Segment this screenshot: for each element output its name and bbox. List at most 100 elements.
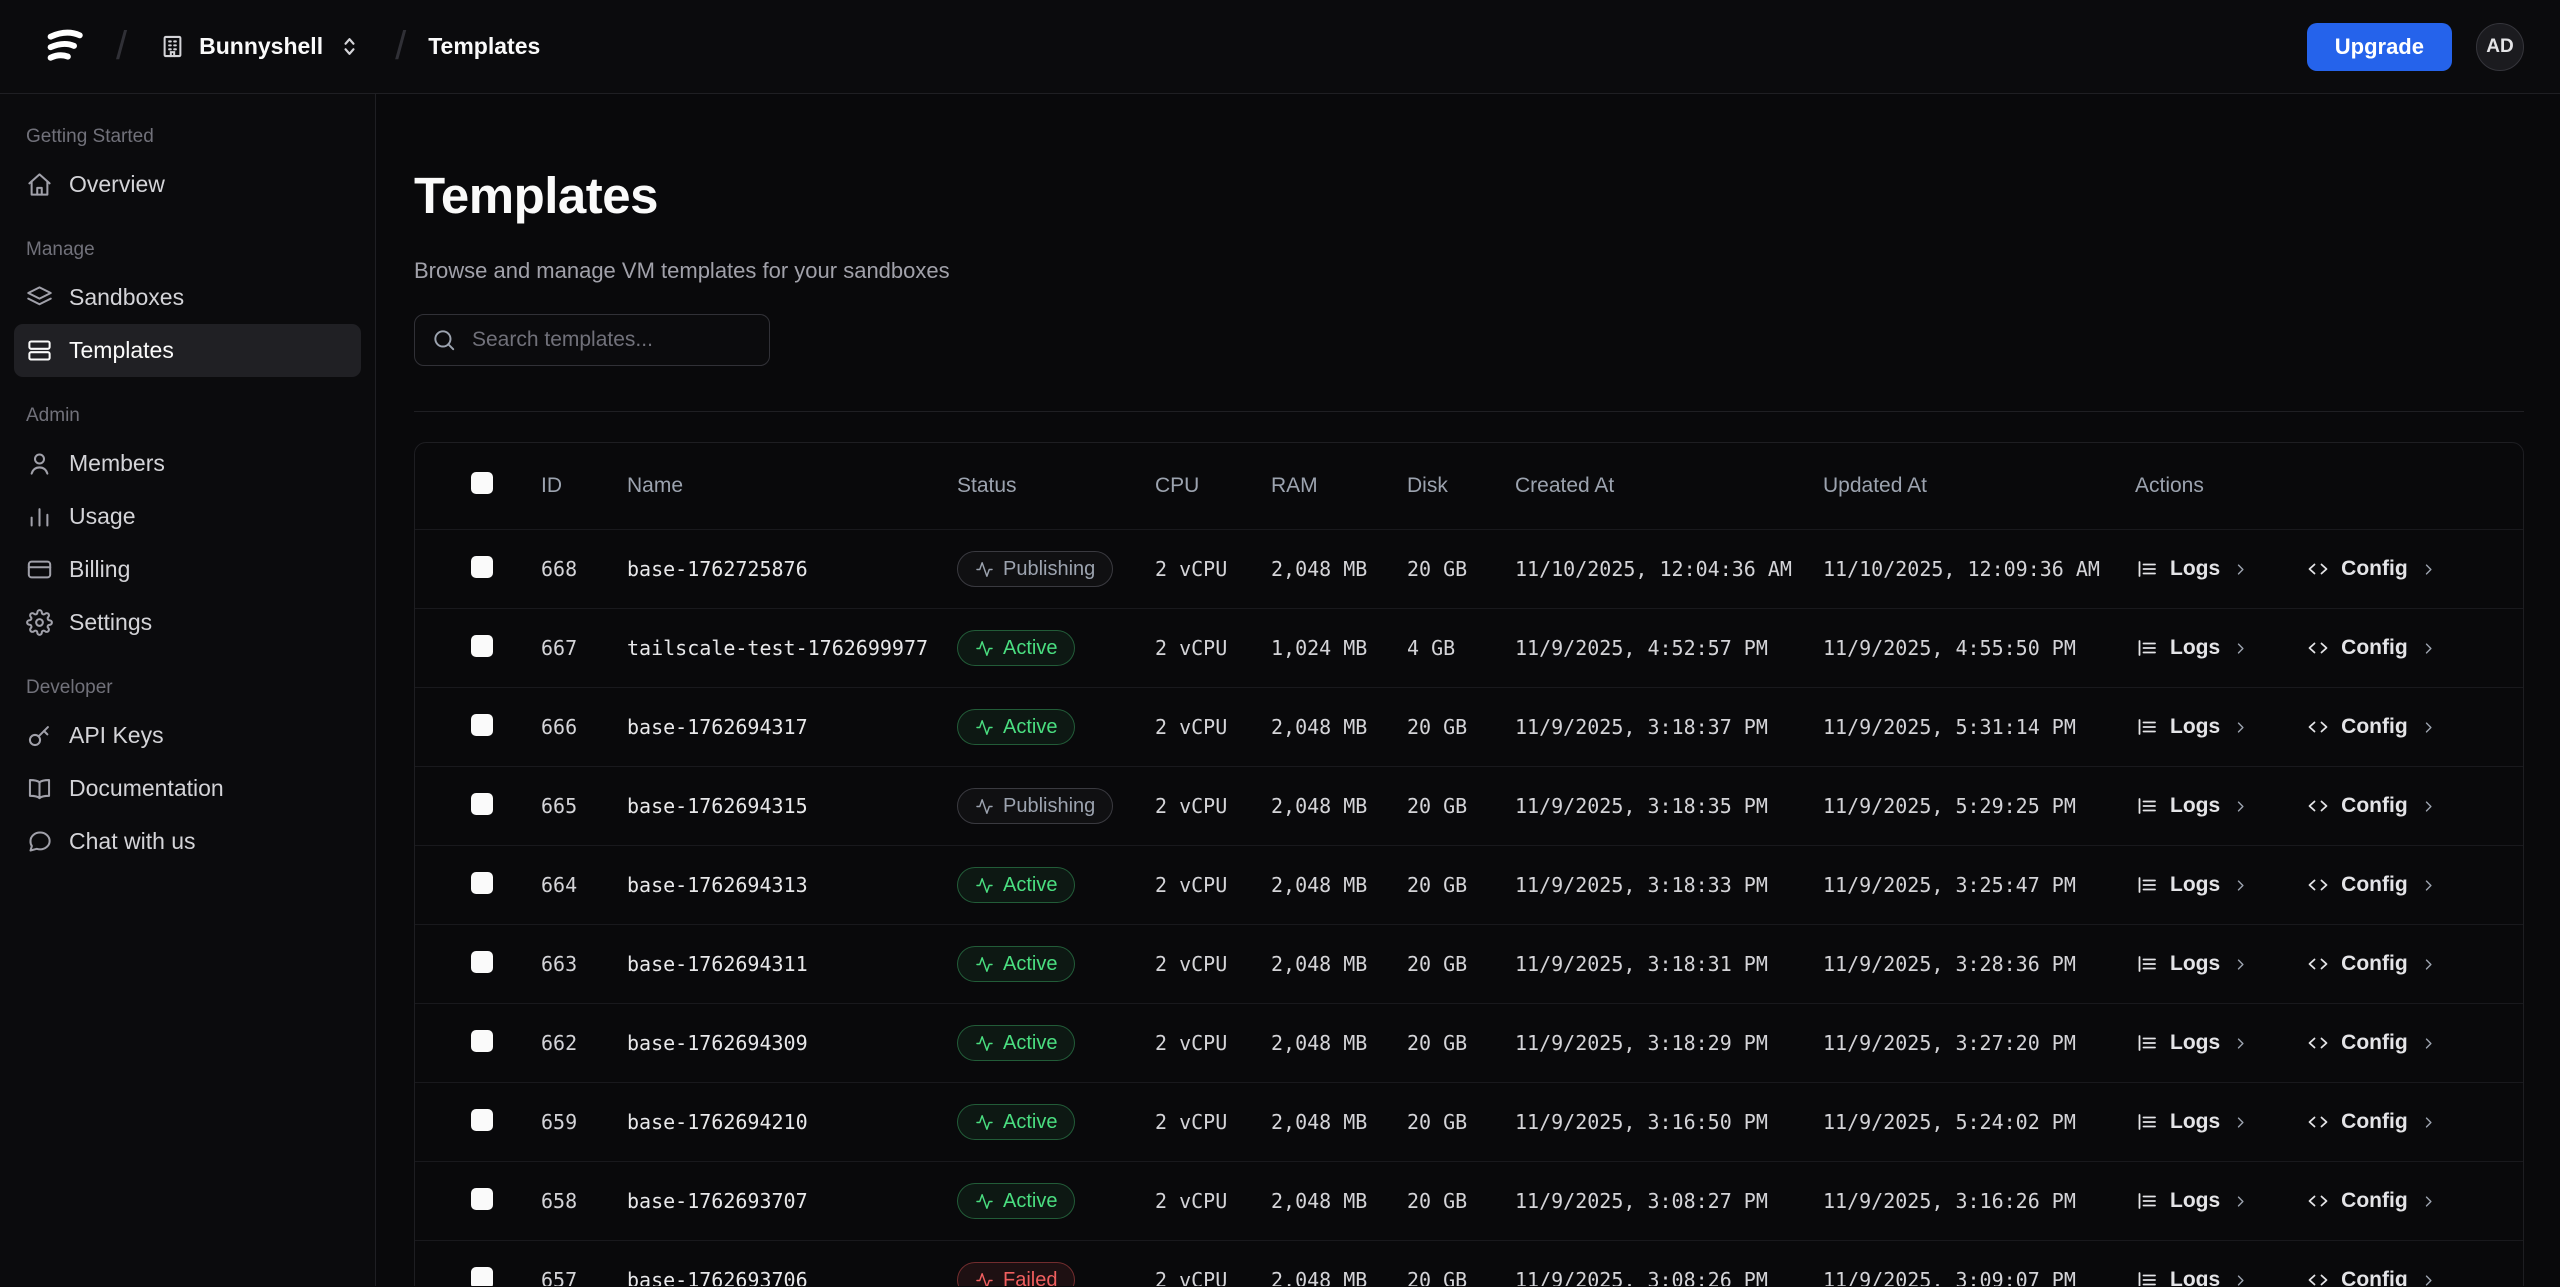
row-checkbox[interactable] <box>471 793 493 815</box>
cell-cpu: 2 vCPU <box>1155 873 1271 897</box>
config-button[interactable]: Config <box>2306 1268 2437 1286</box>
row-checkbox[interactable] <box>471 635 493 657</box>
code-icon <box>2306 1031 2330 1055</box>
select-all-cell <box>461 472 541 500</box>
sidebar-item-settings[interactable]: Settings <box>14 596 361 649</box>
logs-icon <box>2135 1031 2159 1055</box>
user-icon <box>26 450 53 477</box>
row-checkbox[interactable] <box>471 1188 493 1210</box>
config-button[interactable]: Config <box>2306 557 2437 581</box>
row-checkbox[interactable] <box>471 951 493 973</box>
cell-updated-at: 11/9/2025, 3:09:07 PM <box>1823 1268 2135 1286</box>
sidebar-item-billing[interactable]: Billing <box>14 543 361 596</box>
row-checkbox[interactable] <box>471 1030 493 1052</box>
cell-id: 662 <box>541 1031 627 1055</box>
logs-button[interactable]: Logs <box>2135 794 2250 818</box>
status-badge: Active <box>957 709 1075 745</box>
logs-icon <box>2135 794 2159 818</box>
main-content: Templates Browse and manage VM templates… <box>376 94 2560 1286</box>
chevron-right-icon <box>2419 876 2438 895</box>
cell-ram: 2,048 MB <box>1271 715 1407 739</box>
page-title: Templates <box>414 168 2524 224</box>
sidebar-item-api-keys[interactable]: API Keys <box>14 709 361 762</box>
cell-created-at: 11/9/2025, 3:08:27 PM <box>1515 1189 1823 1213</box>
row-checkbox[interactable] <box>471 1109 493 1131</box>
config-label: Config <box>2341 952 2407 976</box>
sidebar-item-members[interactable]: Members <box>14 437 361 490</box>
avatar[interactable]: AD <box>2476 23 2524 71</box>
logs-button[interactable]: Logs <box>2135 1031 2250 1055</box>
sidebar-item-chat-with-us[interactable]: Chat with us <box>14 815 361 868</box>
logs-button[interactable]: Logs <box>2135 557 2250 581</box>
column-header-actions: Actions <box>2135 474 2523 498</box>
row-checkbox-cell <box>461 714 541 741</box>
row-checkbox[interactable] <box>471 872 493 894</box>
logs-button[interactable]: Logs <box>2135 1189 2250 1213</box>
config-button[interactable]: Config <box>2306 636 2437 660</box>
cell-id: 657 <box>541 1268 627 1286</box>
logs-button[interactable]: Logs <box>2135 1268 2250 1286</box>
book-icon <box>26 775 53 802</box>
cell-id: 668 <box>541 557 627 581</box>
column-header-updated-at: Updated At <box>1823 474 2135 498</box>
logs-button[interactable]: Logs <box>2135 952 2250 976</box>
chevron-right-icon <box>2419 718 2438 737</box>
logs-label: Logs <box>2170 1110 2220 1134</box>
cell-ram: 2,048 MB <box>1271 1031 1407 1055</box>
logs-button[interactable]: Logs <box>2135 1110 2250 1134</box>
chevron-right-icon <box>2231 639 2250 658</box>
sidebar-section-label: Admin <box>14 397 361 437</box>
sidebar-item-label: API Keys <box>69 722 164 749</box>
config-button[interactable]: Config <box>2306 1031 2437 1055</box>
org-selector[interactable]: Bunnyshell <box>149 25 373 68</box>
status-label: Active <box>1003 1190 1057 1213</box>
sidebar-section-label: Developer <box>14 669 361 709</box>
cell-created-at: 11/9/2025, 3:18:33 PM <box>1515 873 1823 897</box>
cell-updated-at: 11/9/2025, 3:25:47 PM <box>1823 873 2135 897</box>
app-logo-icon[interactable] <box>36 18 94 76</box>
logs-button[interactable]: Logs <box>2135 873 2250 897</box>
status-badge: Active <box>957 1025 1075 1061</box>
card-icon <box>26 556 53 583</box>
table-row: 662 base-1762694309 Active 2 vCPU 2,048 … <box>415 1003 2523 1082</box>
home-icon <box>26 171 53 198</box>
row-checkbox[interactable] <box>471 556 493 578</box>
status-label: Publishing <box>1003 795 1095 818</box>
sidebar-item-templates[interactable]: Templates <box>14 324 361 377</box>
config-button[interactable]: Config <box>2306 952 2437 976</box>
sidebar-item-documentation[interactable]: Documentation <box>14 762 361 815</box>
cell-id: 658 <box>541 1189 627 1213</box>
cell-disk: 20 GB <box>1407 1268 1515 1286</box>
cell-actions: Logs Config <box>2135 557 2523 581</box>
config-label: Config <box>2341 636 2407 660</box>
upgrade-button[interactable]: Upgrade <box>2307 23 2452 71</box>
logs-button[interactable]: Logs <box>2135 715 2250 739</box>
select-all-checkbox[interactable] <box>471 472 493 494</box>
sidebar-item-overview[interactable]: Overview <box>14 158 361 211</box>
config-button[interactable]: Config <box>2306 1110 2437 1134</box>
cell-disk: 20 GB <box>1407 1189 1515 1213</box>
sidebar-item-sandboxes[interactable]: Sandboxes <box>14 271 361 324</box>
chevron-right-icon <box>2419 1034 2438 1053</box>
cell-name: base-1762693706 <box>627 1268 957 1286</box>
cell-name: base-1762693707 <box>627 1189 957 1213</box>
config-button[interactable]: Config <box>2306 794 2437 818</box>
templates-table: IDNameStatusCPURAMDiskCreated AtUpdated … <box>414 442 2524 1286</box>
logs-button[interactable]: Logs <box>2135 636 2250 660</box>
sidebar-item-usage[interactable]: Usage <box>14 490 361 543</box>
row-checkbox[interactable] <box>471 1267 493 1286</box>
search-input[interactable] <box>470 327 753 353</box>
status-label: Active <box>1003 874 1057 897</box>
chevron-right-icon <box>2419 560 2438 579</box>
cell-actions: Logs Config <box>2135 1268 2523 1286</box>
row-checkbox[interactable] <box>471 714 493 736</box>
config-button[interactable]: Config <box>2306 715 2437 739</box>
activity-icon <box>975 1271 994 1286</box>
chevron-right-icon <box>2231 1034 2250 1053</box>
table-row: 666 base-1762694317 Active 2 vCPU 2,048 … <box>415 687 2523 766</box>
config-button[interactable]: Config <box>2306 873 2437 897</box>
chevrons-up-down-icon <box>336 33 363 60</box>
cell-status: Active <box>957 946 1155 982</box>
cell-status: Active <box>957 1104 1155 1140</box>
config-button[interactable]: Config <box>2306 1189 2437 1213</box>
